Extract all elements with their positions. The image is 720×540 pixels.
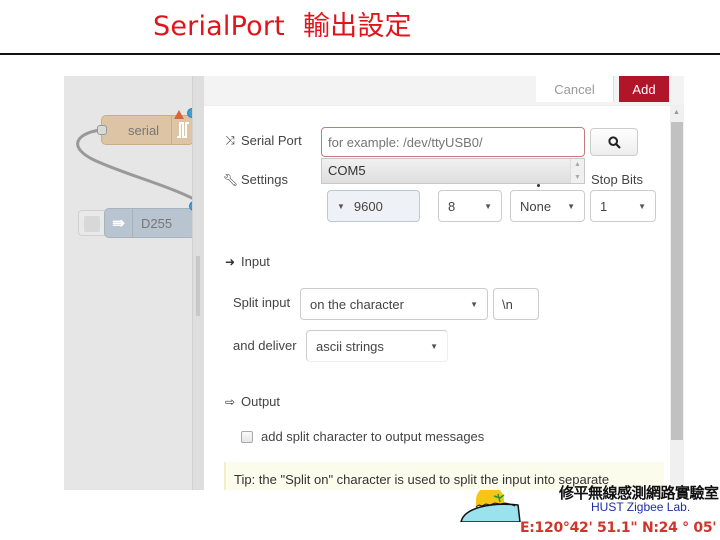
- sun-hill-logo-icon: [460, 490, 521, 522]
- d255-node[interactable]: ⇛ D255: [104, 201, 199, 238]
- search-icon: [607, 135, 621, 149]
- changed-warning-icon: [174, 110, 184, 119]
- slide-title: SerialPort 輸出設定: [153, 4, 412, 43]
- caret-down-icon: ▼: [430, 341, 438, 351]
- dialog-scrollbar[interactable]: ▲: [670, 106, 684, 490]
- d255-node-label: D255: [141, 215, 173, 231]
- canvas-scrollbar[interactable]: [196, 256, 200, 316]
- serial-node-input-port[interactable]: [97, 125, 107, 135]
- serial-node-label: serial: [128, 122, 160, 138]
- wrench-icon: 🔧︎: [223, 172, 239, 187]
- sign-in-icon: ➜: [224, 254, 236, 269]
- stop-bits-select[interactable]: 1 ▼: [590, 190, 656, 222]
- stop-bits-label: Stop Bits: [591, 172, 644, 187]
- serial-wave-icon: [171, 116, 193, 144]
- lab-logo: 修平無線感測網路實驗室 HUST Zigbee Lab. E:120°42' 5…: [460, 470, 720, 540]
- search-ports-button[interactable]: [590, 128, 638, 156]
- split-input-label: Split input: [233, 295, 291, 310]
- input-heading: ➜ Input: [224, 254, 270, 269]
- split-character-input[interactable]: \n: [493, 288, 539, 320]
- data-bits-select[interactable]: 8 ▼: [438, 190, 502, 222]
- dialog-scrollbar-thumb[interactable]: [671, 122, 683, 440]
- node-red-screenshot: serial ⇛ D255 Cancel Add ⤨ Serial Port 🔧…: [64, 76, 684, 490]
- slide-title-cn: 輸出設定: [302, 11, 412, 42]
- dialog-toolbar: Cancel Add: [204, 76, 684, 106]
- caret-down-icon: ▼: [470, 299, 478, 309]
- scroll-up-icon[interactable]: ▲: [673, 109, 680, 116]
- caret-down-icon: ▼: [337, 201, 345, 211]
- title-divider: [0, 53, 720, 55]
- deliver-mode-select[interactable]: ascii strings ▼: [306, 330, 448, 362]
- serial-node[interactable]: serial: [97, 108, 197, 145]
- port-option[interactable]: COM5: [328, 163, 366, 178]
- serial-port-label: ⤨ Serial Port: [223, 133, 302, 148]
- caret-down-icon: ▼: [567, 201, 575, 211]
- add-button[interactable]: Add: [619, 76, 669, 102]
- lab-name-en: HUST Zigbee Lab.: [591, 500, 691, 514]
- caret-down-icon: ▼: [484, 201, 492, 211]
- caret-down-icon: ▼: [638, 201, 646, 211]
- cancel-button[interactable]: Cancel: [536, 76, 614, 102]
- deliver-label: and deliver: [233, 338, 297, 353]
- sign-out-icon: ⇨: [224, 394, 236, 409]
- output-heading: ⇨ Output: [224, 394, 281, 409]
- shuffle-icon: ⤨: [225, 133, 235, 147]
- obscured-label-fragment: [537, 184, 540, 187]
- add-split-char-label: add split character to output messages: [261, 429, 485, 444]
- port-list-scrollbar[interactable]: ▲ ▼: [570, 159, 584, 183]
- add-split-char-checkbox[interactable]: [241, 431, 253, 443]
- split-mode-select[interactable]: on the character ▼: [300, 288, 488, 320]
- port-dropdown-list[interactable]: COM5 ▲ ▼: [321, 158, 585, 184]
- serial-port-input[interactable]: [321, 127, 585, 157]
- settings-label: 🔧︎ Settings: [223, 172, 288, 187]
- baud-rate-select[interactable]: ▼ 9600: [327, 190, 420, 222]
- lab-coordinates: E:120°42' 51.1" N:24 ° 05' 43.7": [520, 520, 720, 536]
- parity-select[interactable]: None ▼: [510, 190, 585, 222]
- serial-edit-dialog: Cancel Add ⤨ Serial Port 🔧︎ Settings COM…: [204, 76, 684, 490]
- arrow-right-icon: ⇛: [105, 209, 133, 237]
- slide-title-en: SerialPort: [153, 11, 285, 42]
